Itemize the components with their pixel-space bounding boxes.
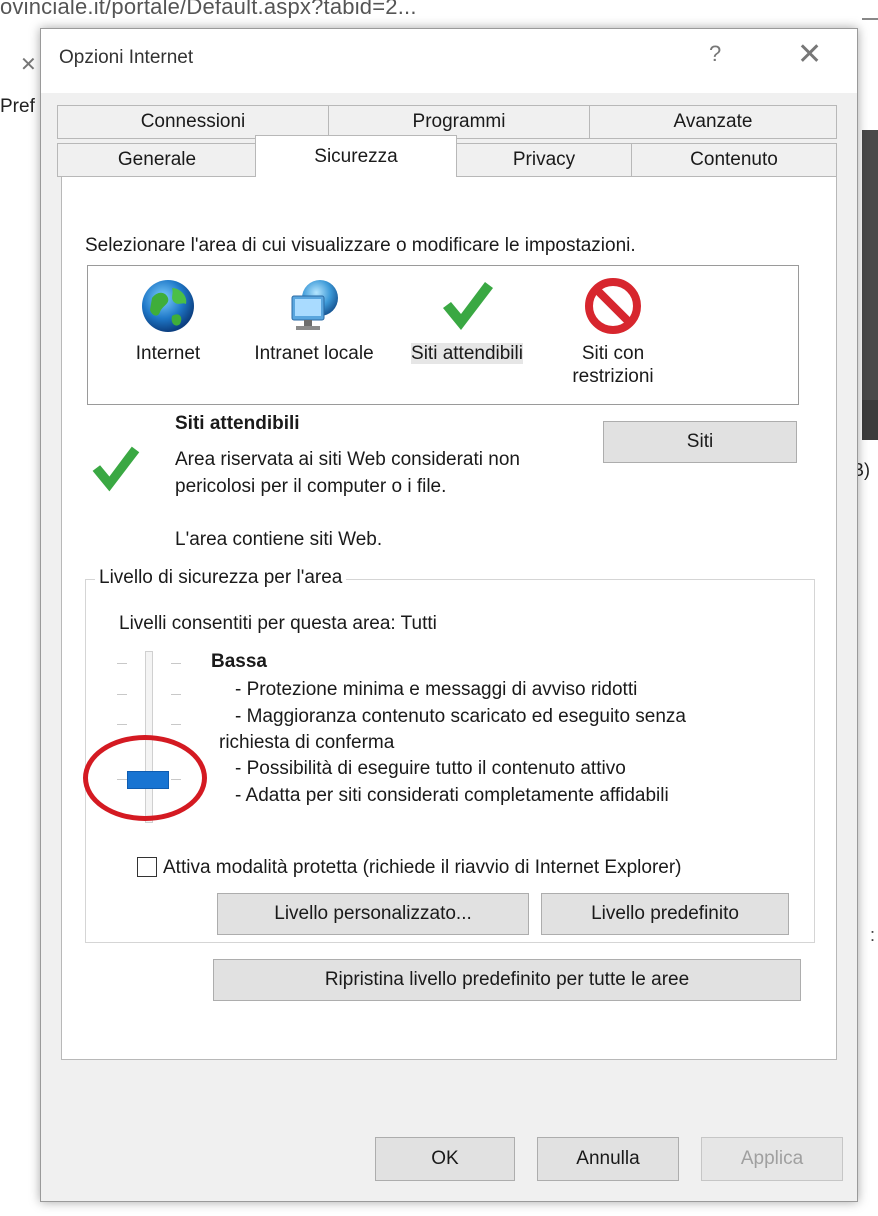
level-desc-line: richiesta di conferma (219, 732, 395, 753)
sites-button[interactable]: Siti (603, 421, 797, 463)
tab-contenuto[interactable]: Contenuto (631, 143, 837, 177)
ok-button[interactable]: OK (375, 1137, 515, 1181)
zone-label: Siti con restrizioni (572, 343, 654, 387)
protected-mode-checkbox[interactable] (137, 857, 157, 877)
zone-status: L'area contiene siti Web. (175, 529, 383, 550)
zone-siti-con-restrizioni[interactable]: Siti con restrizioni (558, 276, 668, 388)
slider-tick (171, 724, 181, 725)
zone-label: Siti attendibili (411, 343, 523, 364)
browser-pref-fragment: Pref (0, 96, 35, 117)
select-zone-label: Selezionare l'area di cui visualizzare o… (85, 235, 636, 256)
title-bar[interactable]: Opzioni Internet ? ✕ (41, 29, 857, 93)
checkmark-icon (92, 446, 140, 492)
tab-connessioni[interactable]: Connessioni (57, 105, 329, 139)
annotation-circle (83, 735, 207, 821)
default-level-button[interactable]: Livello predefinito (541, 893, 789, 935)
tab-programmi[interactable]: Programmi (328, 105, 590, 139)
security-level-group-title: Livello di sicurezza per l'area (95, 567, 347, 589)
zone-title: Siti attendibili (175, 413, 300, 434)
browser-fragment-dots: : (870, 925, 876, 945)
checkmark-icon (443, 282, 493, 330)
tab-generale[interactable]: Generale (57, 143, 257, 177)
no-entry-icon (585, 278, 641, 334)
dialog-title: Opzioni Internet (59, 47, 194, 68)
level-desc-line: - Adatta per siti considerati completame… (235, 785, 669, 806)
browser-edge-line (862, 18, 878, 20)
tab-sicurezza[interactable]: Sicurezza (255, 135, 457, 177)
allowed-levels-label: Livelli consentiti per questa area: Tutt… (119, 613, 437, 634)
custom-level-button[interactable]: Livello personalizzato... (217, 893, 529, 935)
zone-label: Internet (135, 343, 201, 364)
zone-list: Internet Intranet locale Siti attendibil… (87, 265, 799, 405)
close-button[interactable]: ✕ (797, 37, 822, 72)
help-button[interactable]: ? (709, 41, 721, 67)
internet-options-dialog: Opzioni Internet ? ✕ Connessioni Program… (40, 28, 858, 1202)
reset-all-zones-button[interactable]: Ripristina livello predefinito per tutte… (213, 959, 801, 1001)
level-desc-line: - Maggioranza contenuto scaricato ed ese… (235, 706, 686, 727)
zone-description-line1: Area riservata ai siti Web considerati n… (175, 449, 520, 470)
apply-button[interactable]: Applica (701, 1137, 843, 1181)
browser-side-panel (862, 130, 878, 400)
level-desc-line: - Protezione minima e messaggi di avviso… (235, 679, 638, 700)
browser-close-icon: ✕ (20, 54, 37, 76)
browser-address-fragment: ovinciale.it/portale/Default.aspx?tabid=… (0, 0, 417, 18)
intranet-globe-icon (291, 280, 338, 330)
slider-tick (117, 694, 127, 695)
protected-mode-label[interactable]: Attiva modalità protetta (richiede il ri… (163, 857, 682, 879)
globe-icon (142, 280, 194, 332)
zone-siti-attendibili[interactable]: Siti attendibili (396, 276, 538, 365)
slider-tick (171, 694, 181, 695)
slider-tick (117, 663, 127, 664)
security-level-name: Bassa (211, 651, 267, 672)
level-desc-line: - Possibilità di eseguire tutto il conte… (235, 758, 626, 779)
slider-tick (117, 724, 127, 725)
slider-tick (171, 663, 181, 664)
tab-privacy[interactable]: Privacy (455, 143, 633, 177)
zone-label: Intranet locale (254, 343, 374, 364)
browser-side-panel-2 (862, 400, 878, 440)
zone-internet[interactable]: Internet (108, 276, 228, 365)
tab-avanzate[interactable]: Avanzate (589, 105, 837, 139)
cancel-button[interactable]: Annulla (537, 1137, 679, 1181)
zone-description-line2: pericolosi per il computer o i file. (175, 476, 447, 497)
zone-intranet-locale[interactable]: Intranet locale (238, 276, 390, 365)
